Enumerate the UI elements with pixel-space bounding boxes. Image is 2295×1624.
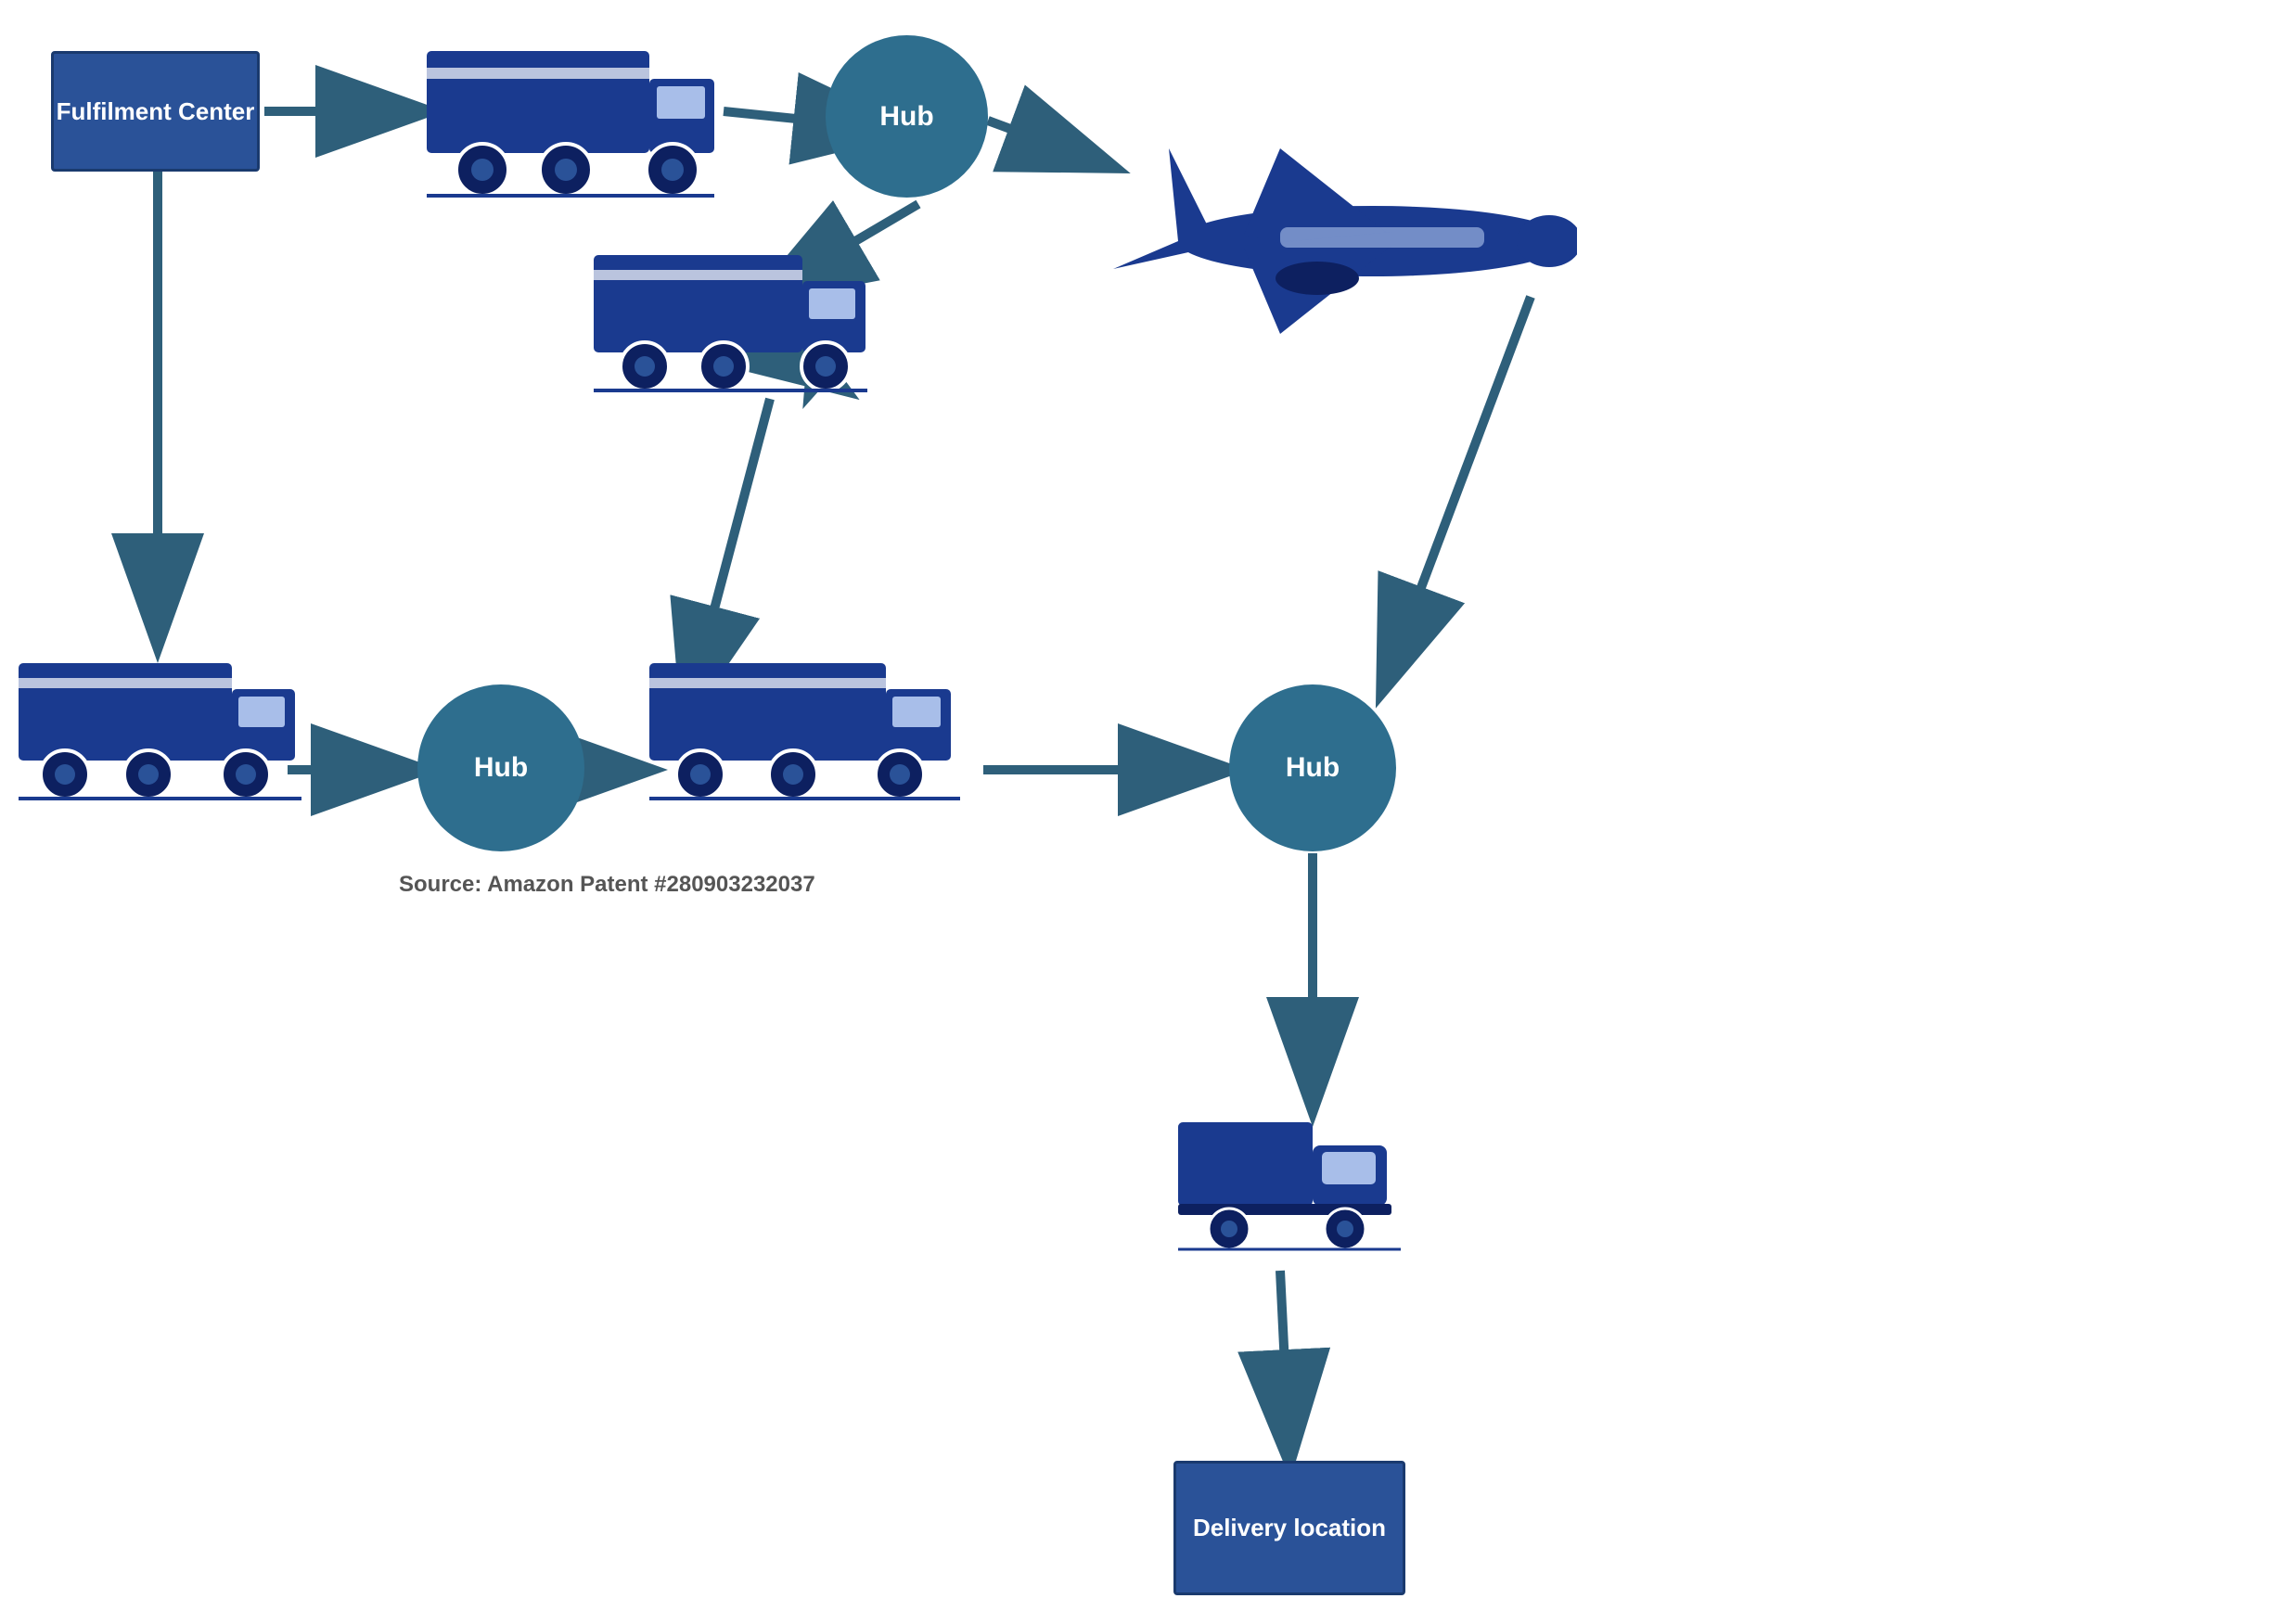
truck-middle-row: [649, 645, 965, 807]
hub-top-right: Hub: [826, 35, 988, 198]
truck-middle-center: [594, 237, 872, 399]
hub-right: Hub: [1229, 684, 1396, 851]
hub-middle-left: Hub: [417, 684, 584, 851]
truck-left-row: [19, 645, 306, 807]
fulfillment-center-box: Fulfilment Center: [51, 51, 260, 172]
source-text: Source: Amazon Patent #280903232037: [399, 872, 815, 898]
delivery-location-box: Delivery location: [1173, 1461, 1405, 1595]
truck-top-large: [427, 32, 724, 204]
airplane-icon: [1095, 121, 1577, 366]
diagram-container: Fulfilment Center Hub Hub Hub Delivery l…: [0, 0, 2295, 1624]
small-delivery-truck: [1178, 1104, 1401, 1257]
